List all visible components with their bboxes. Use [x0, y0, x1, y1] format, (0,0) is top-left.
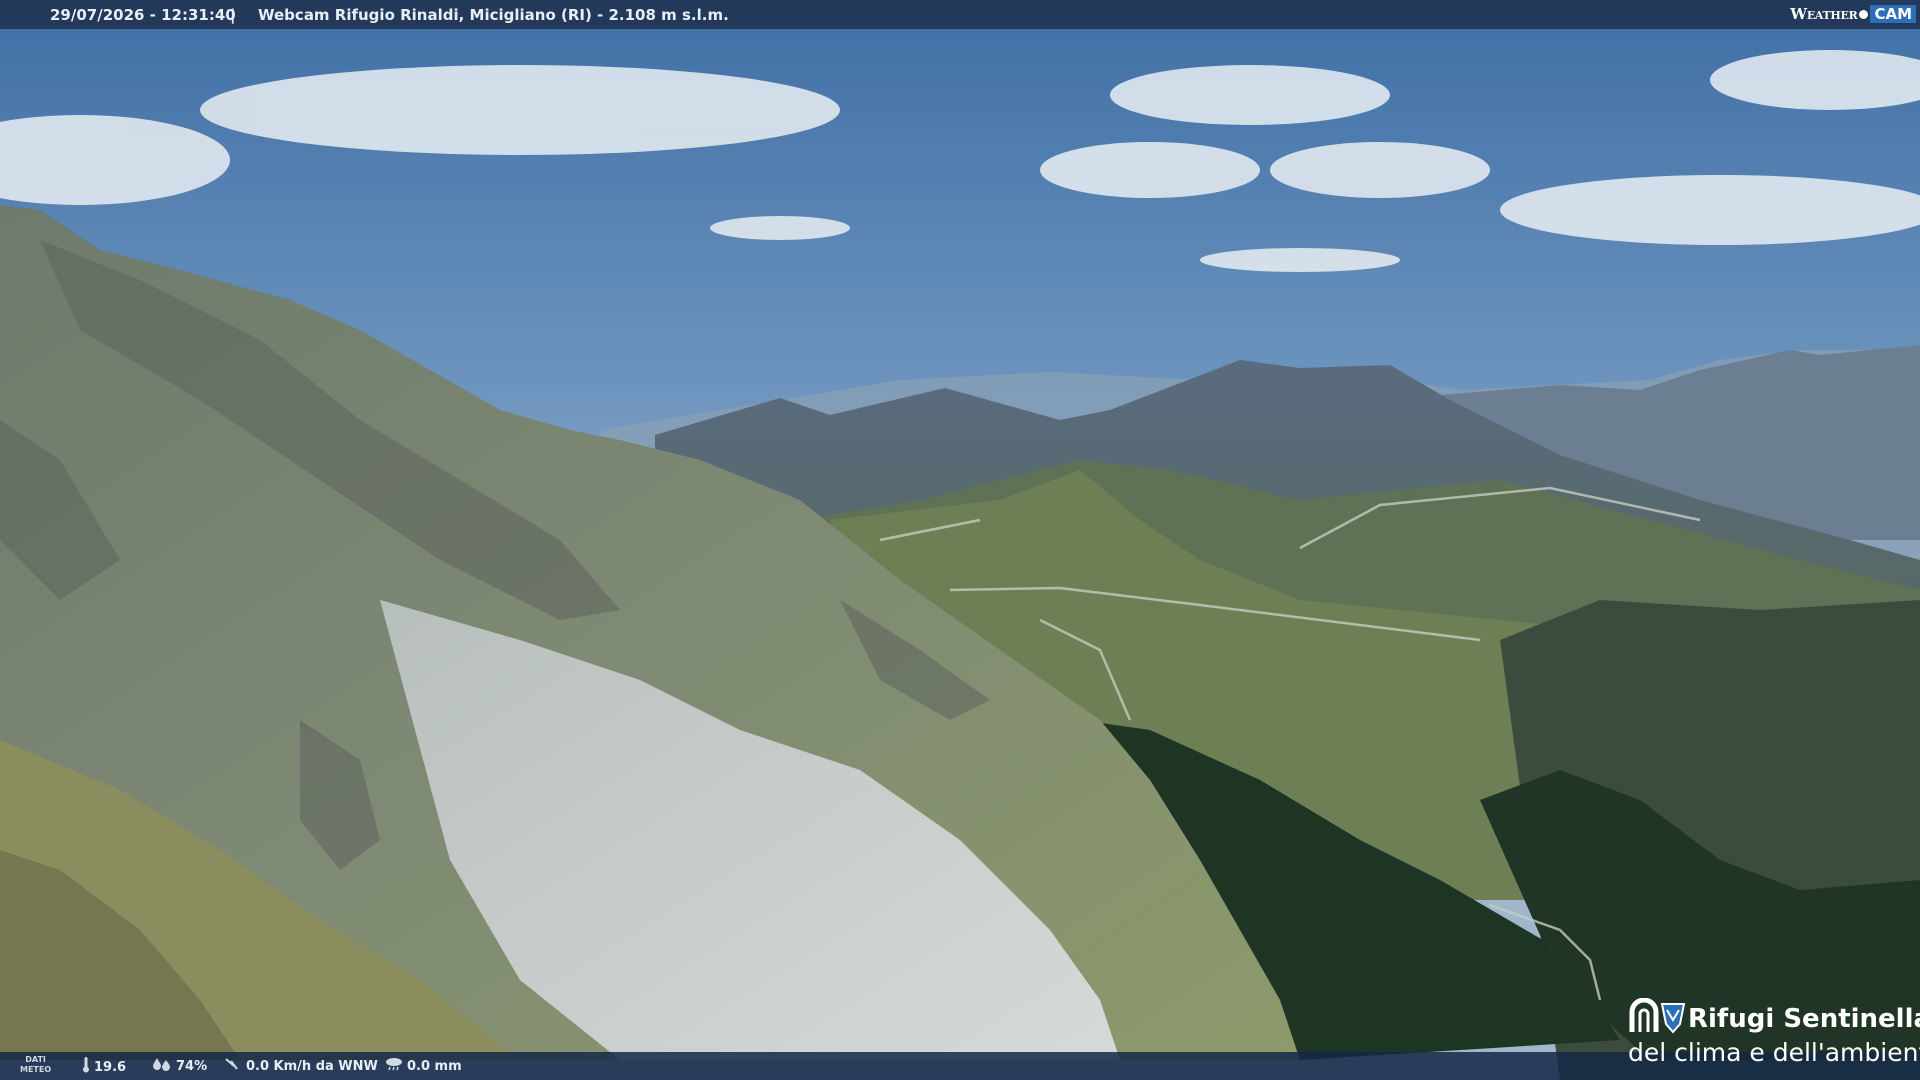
sentinella-mark-icon	[1629, 998, 1686, 1034]
thermometer-icon	[82, 1057, 90, 1077]
weather-data-label: DATI METEO	[20, 1055, 52, 1074]
wind-reading: 0.0 Km/h da WNW	[224, 1057, 378, 1075]
rifugi-sentinella-logo: Rifugi Sentinella del clima e dell'ambie…	[1628, 996, 1920, 1070]
weathercam-logo: Weather CAM	[1790, 3, 1916, 25]
webcam-title: Webcam Rifugio Rinaldi, Micigliano (RI) …	[258, 6, 729, 24]
brand-weather-text: Weather	[1790, 5, 1858, 23]
rain-reading: 0.0 mm	[385, 1057, 462, 1075]
webcam-image	[0, 0, 1920, 1080]
header-separator: |	[230, 6, 236, 24]
logo-line2: del clima e dell'ambiente	[1628, 1038, 1920, 1067]
wind-icon	[224, 1057, 242, 1075]
humidity-value: 74%	[176, 1058, 208, 1074]
brand-cam-text: CAM	[1870, 5, 1916, 23]
header-bar: 29/07/2026 - 12:31:40 | Webcam Rifugio R…	[0, 0, 1920, 29]
logo-line1: Rifugi Sentinella	[1688, 1004, 1920, 1034]
rain-icon	[385, 1057, 403, 1075]
temperature-value: 19.6	[94, 1059, 127, 1075]
wind-value: 0.0 Km/h da WNW	[246, 1058, 378, 1074]
timestamp: 29/07/2026 - 12:31:40	[50, 6, 236, 24]
brand-dot-icon	[1859, 9, 1869, 19]
temperature-reading: 19.6	[82, 1057, 126, 1077]
rain-value: 0.0 mm	[407, 1058, 462, 1074]
humidity-icon	[152, 1057, 172, 1075]
humidity-reading: 74%	[152, 1057, 207, 1075]
